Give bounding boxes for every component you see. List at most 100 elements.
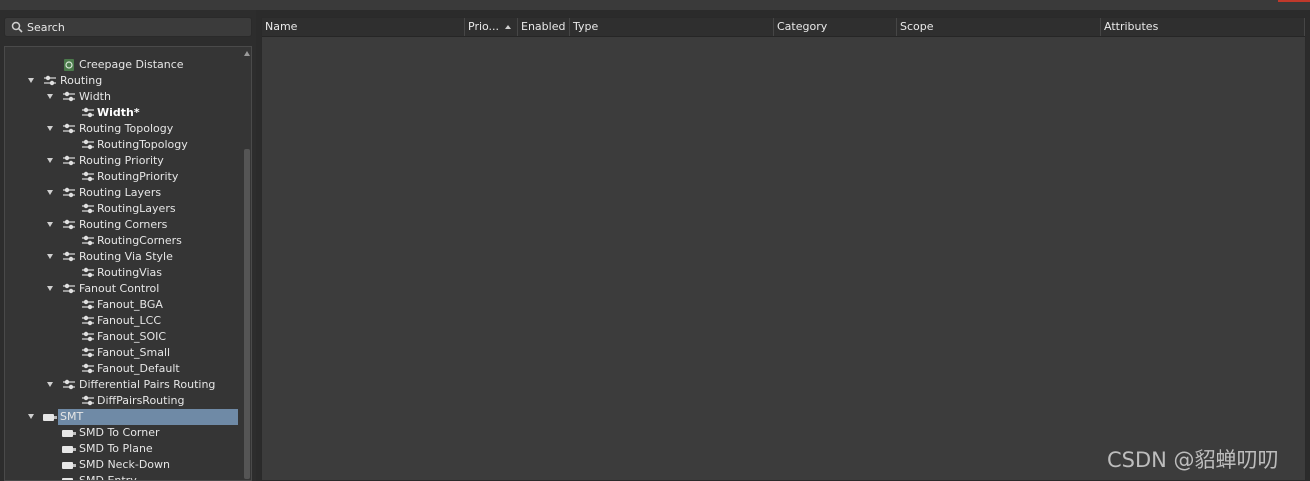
rule-leaf-icon <box>80 362 96 376</box>
expand-arrow-icon[interactable] <box>47 190 53 195</box>
tree-item-label: Routing Priority <box>79 154 164 167</box>
tree-item-label: RoutingVias <box>97 266 162 279</box>
tree-item-differential-pairs-routing[interactable]: Differential Pairs Routing <box>5 377 241 393</box>
tree-item-label: Fanout_BGA <box>97 298 163 311</box>
tree-item-routingvias[interactable]: RoutingVias <box>5 265 241 281</box>
rule-leaf-icon <box>80 314 96 328</box>
rule-category-icon <box>61 122 77 136</box>
tree-item-routing[interactable]: Routing <box>5 73 241 89</box>
scroll-thumb[interactable] <box>244 149 250 479</box>
column-header-type[interactable]: Type <box>570 18 774 36</box>
tree-item-label: Differential Pairs Routing <box>79 378 216 391</box>
tree-scrollbar[interactable] <box>244 49 250 479</box>
smd-pad-icon <box>61 458 77 472</box>
column-header-prio[interactable]: Prio... <box>465 18 518 36</box>
tree-item-label: Routing Layers <box>79 186 162 199</box>
rule-category-icon <box>61 378 77 392</box>
tree-item-routing-priority[interactable]: Routing Priority <box>5 153 241 169</box>
tree-item-label: SMD To Corner <box>79 426 160 439</box>
column-header-label: Name <box>265 20 298 33</box>
rule-leaf-icon <box>80 138 96 152</box>
expand-arrow-icon[interactable] <box>47 254 53 259</box>
tree-item-label: Width* <box>97 106 140 119</box>
close-accent[interactable] <box>1278 0 1310 2</box>
rule-leaf-icon <box>80 298 96 312</box>
rule-category-icon <box>61 186 77 200</box>
search-input[interactable]: Search <box>27 21 65 34</box>
tree-item-routingpriority[interactable]: RoutingPriority <box>5 169 241 185</box>
tree-item-label: Fanout_Small <box>97 346 171 359</box>
search-box[interactable]: Search <box>4 17 252 37</box>
selection-highlight <box>58 409 238 425</box>
rule-category-icon <box>61 154 77 168</box>
tree-item-routing-via-style[interactable]: Routing Via Style <box>5 249 241 265</box>
column-header-category[interactable]: Category <box>774 18 897 36</box>
expand-arrow-icon[interactable] <box>28 414 34 419</box>
watermark: CSDN @貂蝉叨叨 <box>1107 448 1279 472</box>
tree-item-width[interactable]: Width* <box>5 105 241 121</box>
tree-item-fanout-soic[interactable]: Fanout_SOIC <box>5 329 241 345</box>
tree-item-label: Routing Topology <box>79 122 174 135</box>
column-header-label: Category <box>777 20 828 33</box>
rule-leaf-icon <box>80 170 96 184</box>
expand-arrow-icon[interactable] <box>47 126 53 131</box>
tree-item-label: Routing <box>60 74 103 87</box>
scroll-up-arrow-icon[interactable] <box>244 51 250 56</box>
tree-item-label: Fanout_Default <box>97 362 180 375</box>
expand-arrow-icon[interactable] <box>47 158 53 163</box>
tree-item-routing-topology[interactable]: Routing Topology <box>5 121 241 137</box>
smd-pad-icon <box>61 442 77 456</box>
rule-leaf-icon <box>80 266 96 280</box>
rule-category-icon <box>42 74 58 88</box>
tree-item-smd-neck-down[interactable]: SMD Neck-Down <box>5 457 241 473</box>
smd-pad-icon <box>61 474 77 480</box>
tree-item-label: RoutingCorners <box>97 234 182 247</box>
column-header-label: Type <box>573 20 599 33</box>
tree-item-width[interactable]: Width <box>5 89 241 105</box>
column-header-label: Enabled <box>521 20 566 33</box>
column-header-label: Prio... <box>468 20 500 33</box>
sort-ascending-icon <box>505 25 511 29</box>
expand-arrow-icon[interactable] <box>28 78 34 83</box>
tree-item-label: SMD Entry <box>79 474 137 481</box>
tree-item-smt[interactable]: SMT <box>5 409 241 425</box>
tree-item-label: Width <box>79 90 111 103</box>
rule-leaf-green-icon <box>61 58 77 72</box>
tree-item-label: SMD Neck-Down <box>79 458 170 471</box>
rule-leaf-icon <box>80 106 96 120</box>
tree-item-fanout-lcc[interactable]: Fanout_LCC <box>5 313 241 329</box>
column-header-enabled[interactable]: Enabled <box>518 18 570 36</box>
tree-item-fanout-small[interactable]: Fanout_Small <box>5 345 241 361</box>
tree-item-fanout-bga[interactable]: Fanout_BGA <box>5 297 241 313</box>
tree-item-smd-to-corner[interactable]: SMD To Corner <box>5 425 241 441</box>
tree-item-label: SMD To Plane <box>79 442 153 455</box>
tree-item-label: Fanout_LCC <box>97 314 162 327</box>
column-header-scope[interactable]: Scope <box>897 18 1101 36</box>
tree-item-label: SMT <box>60 410 84 423</box>
rule-leaf-icon <box>80 234 96 248</box>
tree-item-routingtopology[interactable]: RoutingTopology <box>5 137 241 153</box>
tree-item-routinglayers[interactable]: RoutingLayers <box>5 201 241 217</box>
tree-item-smd-to-plane[interactable]: SMD To Plane <box>5 441 241 457</box>
tree-item-routing-layers[interactable]: Routing Layers <box>5 185 241 201</box>
rule-category-icon <box>61 218 77 232</box>
expand-arrow-icon[interactable] <box>47 382 53 387</box>
tree-item-fanout-default[interactable]: Fanout_Default <box>5 361 241 377</box>
tree-item-label: Creepage Distance <box>79 58 184 71</box>
rule-leaf-icon <box>80 346 96 360</box>
search-icon <box>11 21 23 33</box>
rule-tree[interactable]: Creepage Distance Routing Width Width* Routi… <box>4 46 252 481</box>
column-header-name[interactable]: Name <box>262 18 465 36</box>
tree-item-fanout-control[interactable]: Fanout Control <box>5 281 241 297</box>
tree-item-diffpairsrouting[interactable]: DiffPairsRouting <box>5 393 241 409</box>
expand-arrow-icon[interactable] <box>47 94 53 99</box>
column-header-attributes[interactable]: Attributes <box>1101 18 1305 36</box>
tree-item-creepage-distance[interactable]: Creepage Distance <box>5 57 241 73</box>
tree-item-routingcorners[interactable]: RoutingCorners <box>5 233 241 249</box>
expand-arrow-icon[interactable] <box>47 222 53 227</box>
tree-item-routing-corners[interactable]: Routing Corners <box>5 217 241 233</box>
tree-item-label: Routing Corners <box>79 218 168 231</box>
expand-arrow-icon[interactable] <box>47 286 53 291</box>
column-header-label: Attributes <box>1104 20 1159 33</box>
tree-item-smd-entry[interactable]: SMD Entry <box>5 473 241 481</box>
